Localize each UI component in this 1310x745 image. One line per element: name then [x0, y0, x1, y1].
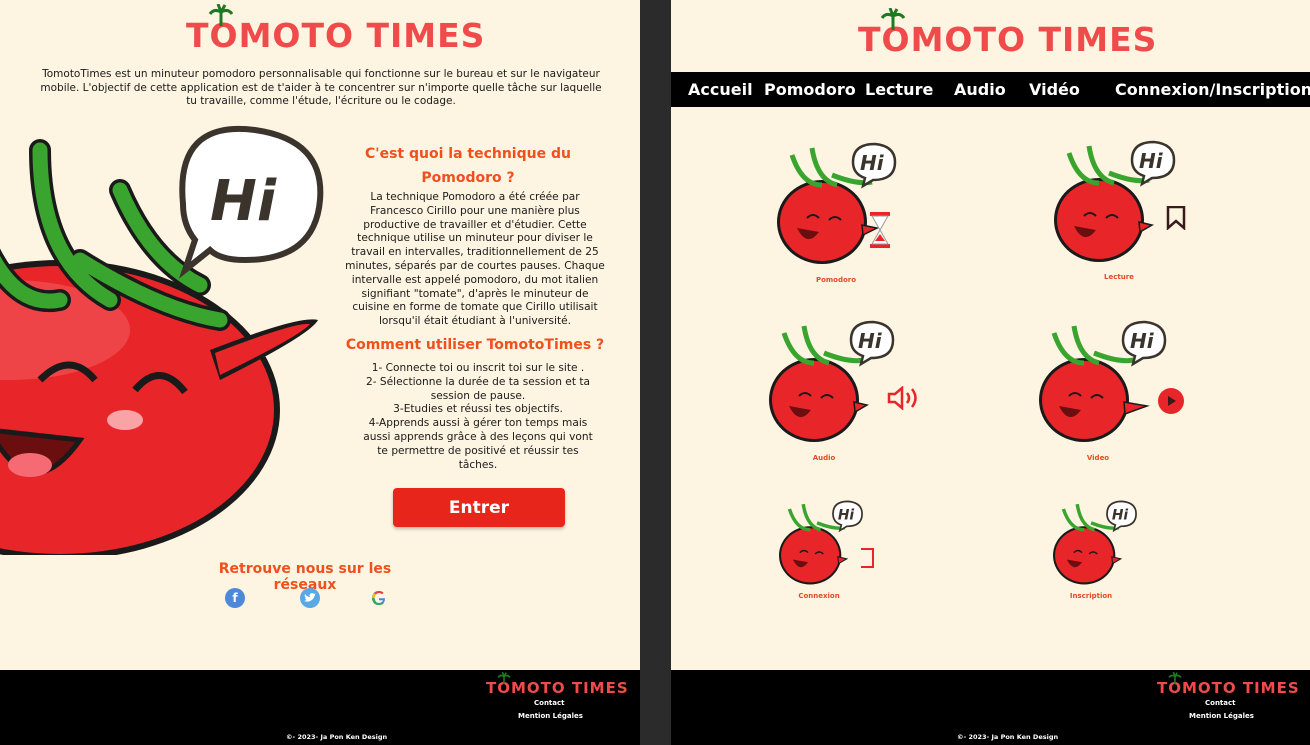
- contact-link[interactable]: Contact: [1205, 699, 1236, 707]
- usage-steps: 1- Connecte toi ou inscrit toi sur le si…: [360, 362, 596, 472]
- google-icon[interactable]: [369, 588, 389, 608]
- card-inscription[interactable]: Hi Inscription: [1053, 500, 1143, 600]
- nav-lecture[interactable]: Lecture: [865, 80, 933, 99]
- tomato-mascot-illustration: Hi: [0, 126, 324, 555]
- tomato-card-illustration: Hi: [779, 500, 863, 585]
- card-label: Lecture: [1104, 273, 1134, 281]
- nav-video[interactable]: Vidéo: [1029, 80, 1080, 99]
- bubble-text: Hi: [1130, 329, 1155, 353]
- usage-step: 2- Sélectionne la durée de ta session et…: [365, 375, 590, 402]
- card-pomodoro[interactable]: Hi Pomodoro: [777, 140, 907, 284]
- card-label: Video: [1086, 454, 1110, 462]
- bubble-text: Hi: [1139, 149, 1164, 173]
- usage-step: 1- Connecte toi ou inscrit toi sur le si…: [371, 362, 585, 374]
- card-label: Pomodoro: [815, 276, 857, 284]
- speaker-icon: [887, 386, 917, 410]
- bird-icon: [304, 593, 316, 602]
- usage-heading: Comment utiliser TomotoTimes ?: [345, 337, 605, 353]
- landing-page: TOMOTO TIMES TomotoTimes est un minuteur…: [0, 0, 640, 745]
- login-icon: [861, 548, 874, 568]
- footer-logo[interactable]: TOMOTO TIMES: [1157, 672, 1300, 697]
- enter-button[interactable]: Entrer: [393, 488, 565, 527]
- technique-heading: C'est quoi la technique du Pomodoro ?: [340, 142, 596, 190]
- mascot-bubble-text: Hi: [210, 169, 277, 234]
- usage-step: 4-Apprends aussi à gérer ton temps mais …: [363, 417, 593, 471]
- card-label: Inscription: [1069, 592, 1113, 600]
- menu-page: TOMOTO TIMES Accueil Pomodoro Lecture Au…: [671, 0, 1310, 745]
- technique-heading-line1: C'est quoi la technique du: [365, 146, 571, 162]
- card-video[interactable]: Hi Video: [1039, 320, 1184, 462]
- bubble-text: Hi: [1112, 507, 1129, 523]
- usage-step: 3-Etudies et réussi tes objectifs.: [393, 403, 563, 416]
- hourglass-icon: [870, 212, 890, 248]
- brand-logo[interactable]: TOMOTO TIMES: [186, 4, 485, 55]
- stem-icon: [208, 4, 234, 26]
- stem-icon: [497, 672, 511, 684]
- legal-link[interactable]: Mention Légales: [518, 712, 583, 720]
- technique-text: La technique Pomodoro a été créée par Fr…: [345, 191, 605, 328]
- twitter-icon[interactable]: [300, 588, 320, 608]
- technique-heading-line2: Pomodoro ?: [421, 170, 515, 186]
- tomato-card-illustration: Hi: [1053, 500, 1137, 585]
- nav-pomodoro[interactable]: Pomodoro: [764, 80, 856, 99]
- stem-icon: [1168, 672, 1182, 684]
- nav-accueil[interactable]: Accueil: [688, 80, 753, 99]
- card-lecture[interactable]: Hi Lecture: [1054, 140, 1186, 281]
- card-label: Connexion: [798, 592, 840, 600]
- card-label: Audio: [812, 454, 836, 462]
- tomato-card-illustration: Hi: [777, 142, 897, 264]
- card-connexion[interactable]: Hi Connexion: [779, 500, 874, 600]
- intro-text: TomotoTimes est un minuteur pomodoro per…: [40, 68, 602, 108]
- bookmark-icon: [1166, 206, 1186, 230]
- tomato-card-illustration: Hi: [1039, 320, 1167, 442]
- card-audio[interactable]: Hi Audio: [769, 320, 917, 462]
- tomato-card-illustration: Hi: [1054, 140, 1176, 262]
- contact-link[interactable]: Contact: [534, 699, 565, 707]
- bubble-text: Hi: [858, 329, 883, 353]
- play-icon: [1158, 388, 1184, 414]
- copyright: ©- 2023- Ja Pon Ken Design: [957, 733, 1059, 741]
- main-nav: Accueil Pomodoro Lecture Audio Vidéo Con…: [671, 72, 1310, 107]
- brand-logo[interactable]: TOMOTO TIMES: [858, 8, 1157, 59]
- facebook-icon[interactable]: f: [225, 588, 245, 608]
- google-g-icon: [372, 591, 385, 605]
- copyright: ©- 2023- Ja Pon Ken Design: [286, 733, 388, 741]
- stem-icon: [880, 8, 906, 30]
- bubble-text: Hi: [838, 507, 855, 523]
- nav-connexion-inscription[interactable]: Connexion/Inscription: [1115, 80, 1310, 99]
- nav-audio[interactable]: Audio: [954, 80, 1006, 99]
- tomato-card-illustration: Hi: [769, 320, 895, 442]
- legal-link[interactable]: Mention Légales: [1189, 712, 1254, 720]
- footer-logo[interactable]: TOMOTO TIMES: [486, 672, 629, 697]
- bubble-text: Hi: [860, 151, 885, 175]
